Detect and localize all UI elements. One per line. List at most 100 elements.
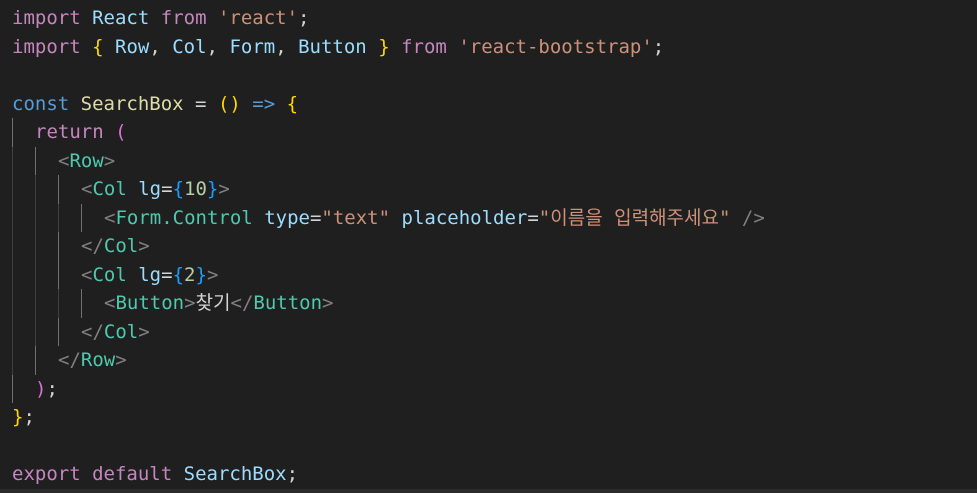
code-token: } [206,178,219,200]
code-line[interactable]: ​ [12,432,765,461]
code-line[interactable]: <Form.Control type="text" placeholder="이… [12,203,765,233]
code-token: ; [298,7,310,29]
code-token: "text" [321,206,391,229]
code-line[interactable]: const SearchBox = () => { [12,90,765,119]
code-token: Row [115,35,150,58]
code-line[interactable]: <Col lg={2}> [12,260,765,290]
code-token: > [138,235,150,257]
indent-guide [81,203,104,233]
code-token: 10 [184,178,207,200]
code-line[interactable]: ​ [12,61,765,90]
indent-guide [35,203,58,233]
code-token: lg [138,178,162,200]
indent-guide [12,232,35,261]
code-token: ; [652,35,665,58]
indent-guide [81,289,104,318]
code-token: Form [229,35,276,58]
code-line[interactable]: </Row> [12,346,765,375]
code-line[interactable]: }; [12,403,765,432]
code-area[interactable]: import React from 'react'; import { Row, … [12,4,765,489]
code-token: from [160,7,207,29]
indent-guide [35,289,58,318]
code-token: "이름을 입력해주세요" [538,206,731,229]
indent-guide [12,175,35,204]
code-token: { [172,263,185,286]
code-token: Col [172,35,207,58]
code-token: { [172,178,185,200]
indent-guide [35,232,58,261]
indent-guide [12,346,35,375]
code-token: default [92,463,173,485]
code-token: import [12,35,81,58]
code-token: , [206,35,230,58]
code-token: > [138,320,150,343]
code-line[interactable]: return ( [12,118,765,147]
code-token: } [378,35,390,58]
code-token: SearchBox [80,92,184,115]
code-token: from [401,35,447,58]
code-token: } [195,263,207,286]
code-token: ) [35,377,47,400]
code-line[interactable]: <Row> [12,146,765,176]
indent-guide [58,203,81,233]
code-token: , [149,35,173,58]
indent-guide [12,317,35,347]
code-token: 찾기 [195,292,231,314]
code-token: { [92,35,104,58]
code-token: < [104,292,116,314]
code-token: ; [23,406,35,428]
code-token: export [12,463,81,485]
code-token: React [92,7,150,29]
code-token: = [527,206,539,229]
indent-guide [58,317,81,347]
code-line[interactable]: export default SearchBox; [12,460,765,489]
indent-guide [58,289,81,318]
indent-guide [12,289,35,318]
code-line[interactable]: import React from 'react'; [12,4,765,33]
code-editor[interactable]: import React from 'react'; import { Row, … [0,0,977,493]
indent-guide [12,118,35,147]
code-token: < [81,178,93,200]
code-token: Button [298,35,367,58]
code-token: > [115,349,127,371]
code-token: Col [92,178,127,200]
code-token: = [183,92,218,115]
code-token: ; [46,377,58,400]
code-line[interactable]: <Button>찾기</Button> [12,289,765,318]
code-line[interactable]: import { Row, Col, Form, Button } from '… [12,33,765,62]
code-token: } [12,406,24,428]
indent-guide [35,346,58,375]
code-token: , [275,35,299,58]
code-token: Col [103,320,139,343]
code-token: 2 [184,263,196,286]
indent-guide [35,146,58,176]
code-token: => [252,92,276,115]
code-token: const [12,92,70,115]
indent-guide [12,374,35,404]
code-line[interactable]: ); [12,374,765,404]
code-token: 'react' [217,7,299,29]
code-token: return [35,121,104,143]
indent-guide [35,260,58,290]
code-line[interactable]: <Col lg={10}> [12,175,765,204]
code-line[interactable]: </Col> [12,317,765,347]
code-token: < [104,206,116,229]
code-token: { [286,92,299,115]
indent-guide [12,260,35,290]
code-token: < [81,263,93,286]
code-line[interactable]: </Col> [12,232,765,261]
horizontal-scrollbar-track[interactable] [0,489,977,493]
code-token: () [217,92,241,115]
code-token: Col [92,263,127,286]
indent-guide [58,260,81,290]
